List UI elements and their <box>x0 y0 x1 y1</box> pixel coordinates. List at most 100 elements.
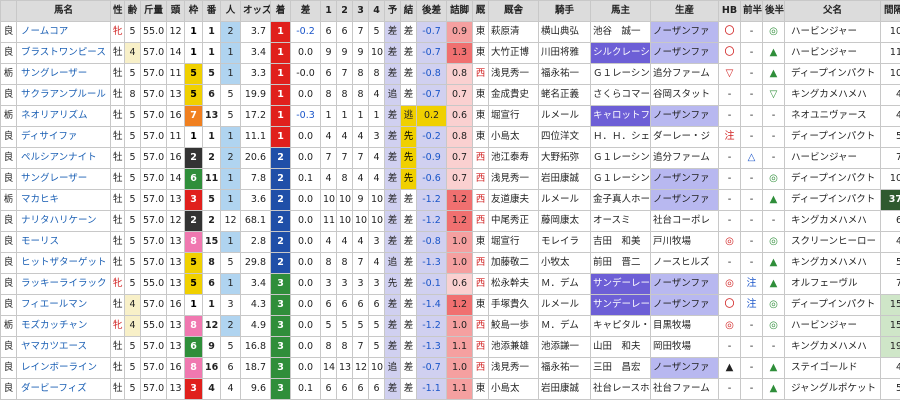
column-header[interactable]: 前半 <box>740 0 763 22</box>
corner1-position: 4 <box>320 126 337 148</box>
margin-cell: 0.0 <box>290 231 321 253</box>
table-row[interactable]: 良レインボーライン牡 5 57.0 16 8 16 6 18.7 3 0.0 14 13 12 10 追差 -… <box>0 357 900 379</box>
frame-number: 5 <box>184 63 203 85</box>
column-header[interactable]: 厩舎 <box>488 0 539 22</box>
table-row[interactable]: 良モーリス牡 5 57.0 13 8 15 1 2.8 2 0.0 4 4 4 3 差差 -0.8 1.0 東堀宣… <box>0 231 900 253</box>
late-diff-cell: -1.3 <box>416 336 447 358</box>
table-body: 良ノームコア牝 5 55.0 12 1 1 2 3.7 1 -0.2 6 6 7 5 差差 -0.7 0.9 東萩… <box>0 21 900 400</box>
column-header[interactable]: 4 <box>368 0 385 22</box>
age-cell: 5 <box>124 147 141 169</box>
horse-name-link[interactable]: ブラストワンピース <box>16 42 111 64</box>
column-header[interactable]: 馬名 <box>16 0 111 22</box>
column-header[interactable]: 後差 <box>416 0 447 22</box>
horse-name-link[interactable]: ラッキーライラック <box>16 273 111 295</box>
column-header[interactable]: 予 <box>384 0 401 22</box>
column-header[interactable]: 詰脚 <box>446 0 473 22</box>
table-row[interactable]: 良ラッキーライラック牝 5 55.0 13 5 6 1 3.4 3 0.0 3 3 3 3 先差 -0.1 0.… <box>0 273 900 295</box>
corner1-position: 8 <box>320 252 337 274</box>
column-header[interactable]: オッズ <box>240 0 271 22</box>
corner3-position: 4 <box>352 231 369 253</box>
column-header[interactable]: 2 <box>336 0 353 22</box>
horse-name-link[interactable]: レインボーライン <box>16 357 111 379</box>
age-cell: 5 <box>124 21 141 43</box>
second-half-mark: ▽ <box>762 84 785 106</box>
sire-name: ハービンジャー <box>784 315 881 337</box>
finish-position: 2 <box>270 210 291 232</box>
horse-name-link[interactable]: モズカッチャン <box>16 315 111 337</box>
column-header[interactable]: 1 <box>320 0 337 22</box>
column-header[interactable]: 騎手 <box>538 0 591 22</box>
column-header[interactable]: 厩 <box>472 0 489 22</box>
column-header[interactable]: 斤量 <box>140 0 167 22</box>
table-row[interactable]: 良ペルシアンナイト牡 5 57.0 16 2 2 2 20.6 2 0.0 7 7 7 4 差先 -0.9 0.… <box>0 147 900 169</box>
table-row[interactable]: 栃マカヒキ牡 5 57.0 13 3 5 1 3.6 2 0.0 10 10 9 10 差差 -1.2 1.2 西… <box>0 189 900 211</box>
corner1-position: 7 <box>320 147 337 169</box>
column-header[interactable]: 馬主 <box>590 0 651 22</box>
column-header[interactable]: 頭 <box>166 0 185 22</box>
popularity-cell: 2 <box>220 147 241 169</box>
horse-name-link[interactable]: ヤマカツエース <box>16 336 111 358</box>
table-row[interactable]: 良ディサイファ牡 5 57.0 11 1 1 1 11.1 1 0.0 4 4 4 3 差先 -0.2 0.8 東… <box>0 126 900 148</box>
table-row[interactable]: 良ナリタハリケーン牡 5 57.0 12 2 2 12 68.1 2 0.0 11 10 10 10 差差 -… <box>0 210 900 232</box>
horse-name-link[interactable]: ヒットザターゲット <box>16 252 111 274</box>
table-row[interactable]: 良ヤマカツエース牡 5 57.0 13 6 9 5 16.8 3 0.0 8 8 7 5 差差 -1.3 1.1… <box>0 336 900 358</box>
table-row[interactable]: 良サクラアンプルール牡 8 57.0 13 5 6 5 19.9 1 0.0 8 8 8 4 追差 -0.7 0… <box>0 84 900 106</box>
corner2-position: 7 <box>336 147 353 169</box>
column-header[interactable]: 3 <box>352 0 369 22</box>
column-header[interactable]: 結 <box>400 0 417 22</box>
column-header[interactable]: 着 <box>270 0 291 22</box>
breeder-cell: 追分ファーム <box>650 63 719 85</box>
breeder-cell: 社台ファーム <box>650 378 719 400</box>
horse-name-link[interactable]: ディサイファ <box>16 126 111 148</box>
breeder-cell: ノーザンファ <box>650 189 719 211</box>
horse-name-link[interactable]: フィエールマン <box>16 294 111 316</box>
column-header[interactable]: 差 <box>290 0 321 22</box>
table-row[interactable]: 良サングレーザー牡 5 57.0 14 6 11 1 7.8 2 0.1 4 8 4 4 差先 -0.6 0.7… <box>0 168 900 190</box>
frame-number: 3 <box>184 378 203 400</box>
column-header[interactable]: 枠 <box>184 0 203 22</box>
field-size-cell: 11 <box>166 126 185 148</box>
column-header[interactable]: 性 <box>110 0 125 22</box>
table-row[interactable]: 良ブラストワンピース牡 4 57.0 14 1 1 1 3.4 1 0.0 9 9 9 10 差差 -0.7 1… <box>0 42 900 64</box>
breeder-cell: ノーザンファ <box>650 357 719 379</box>
table-row[interactable]: 栃サングレーザー牡 5 57.0 11 5 5 1 3.3 1 -0.0 6 7 8 8 差差 -0.8 0.8… <box>0 63 900 85</box>
table-row[interactable]: 栃モズカッチャン牝 4 55.0 13 8 12 2 4.9 3 0.0 5 5 5 5 差差 -1.2 1.0… <box>0 315 900 337</box>
horse-name-link[interactable]: ノームコア <box>16 21 111 43</box>
column-header[interactable]: 番 <box>202 0 221 22</box>
column-header[interactable]: 間隔 <box>880 0 900 22</box>
jockey-cell: 岩田康誠 <box>538 168 591 190</box>
horse-name-link[interactable]: サクラアンプルール <box>16 84 111 106</box>
horse-name-link[interactable]: ペルシアンナイト <box>16 147 111 169</box>
table-row[interactable]: 良ヒットザターゲット牡 5 57.0 13 5 8 5 29.8 2 0.0 8 8 7 4 追差 -1.3 1… <box>0 252 900 274</box>
horse-name-link[interactable]: サングレーザー <box>16 168 111 190</box>
column-header[interactable]: 齢 <box>124 0 141 22</box>
horse-name-link[interactable]: モーリス <box>16 231 111 253</box>
age-cell: 5 <box>124 252 141 274</box>
actual-style: 差 <box>400 315 417 337</box>
field-size-cell: 16 <box>166 147 185 169</box>
column-header[interactable]: 生産 <box>650 0 719 22</box>
table-row[interactable]: 良フィエールマン牡 4 57.0 16 1 1 3 4.3 3 0.0 6 6 6 6 差差 -1.4 1.2 東… <box>0 294 900 316</box>
closing-speed-cell: 0.7 <box>446 168 473 190</box>
horse-name-link[interactable]: サングレーザー <box>16 63 111 85</box>
horse-name-link[interactable]: ナリタハリケーン <box>16 210 111 232</box>
late-diff-cell: -1.3 <box>416 252 447 274</box>
column-header[interactable]: 父名 <box>784 0 881 22</box>
table-row[interactable]: 良ノームコア牝 5 55.0 12 1 1 2 3.7 1 -0.2 6 6 7 5 差差 -0.7 0.9 東萩… <box>0 21 900 43</box>
jockey-cell: 蛯名正義 <box>538 84 591 106</box>
second-half-mark: ◎ <box>762 231 785 253</box>
column-header[interactable]: 後半 <box>762 0 785 22</box>
column-header[interactable]: 人 <box>220 0 241 22</box>
horse-name-link[interactable]: ダービーフィズ <box>16 378 111 400</box>
horse-name-link[interactable]: ネオリアリズム <box>16 105 111 127</box>
predicted-style: 差 <box>384 63 401 85</box>
sire-name: ディープインパクト <box>784 189 881 211</box>
weight-cell: 57.0 <box>140 168 167 190</box>
column-header[interactable]: HB <box>718 0 741 22</box>
corner4-position: 10 <box>368 42 385 64</box>
owner-cell: Ｇ１レーシン <box>590 168 651 190</box>
table-row[interactable]: 良ダービーフィズ牡 5 57.0 13 3 4 4 9.6 3 0.1 6 6 6 6 差差 -1.1 1.1 東… <box>0 378 900 400</box>
table-row[interactable]: 栃ネオリアリズム牡 5 57.0 16 7 13 5 17.2 1 -0.3 1 1 1 1 差逃 0.2 0.… <box>0 105 900 127</box>
corner2-position: 3 <box>336 273 353 295</box>
horse-name-link[interactable]: マカヒキ <box>16 189 111 211</box>
